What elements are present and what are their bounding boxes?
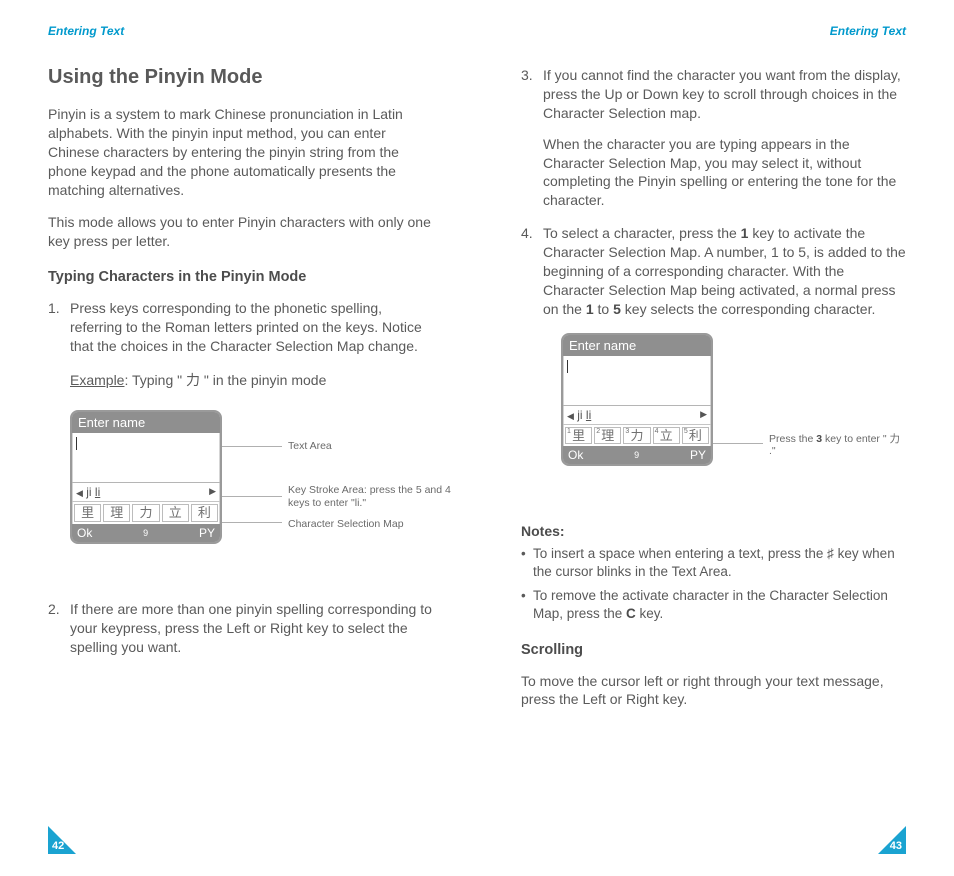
callout-keystroke: Key Stroke Area: press the 5 and 4 keys … xyxy=(288,484,458,509)
note-2: To remove the activate character in the … xyxy=(521,587,906,623)
step-4c: to xyxy=(594,301,613,317)
phone-mock-2: Enter name ◀ ji li ▶ 1里 2理 3力 4立 5利 Ok 9… xyxy=(561,333,713,467)
example-label: Example xyxy=(70,372,124,388)
phone1-char-row: 里 理 力 立 利 xyxy=(72,502,220,524)
phone1-mode: PY xyxy=(199,526,215,540)
intro-paragraph-1: Pinyin is a system to mark Chinese pronu… xyxy=(48,105,433,199)
phone2-keystroke-row: ◀ ji li ▶ xyxy=(563,406,711,425)
step-2: If there are more than one pinyin spelli… xyxy=(48,600,433,657)
char-cell: 2理 xyxy=(594,427,621,445)
page-left: Entering Text Using the Pinyin Mode Piny… xyxy=(0,0,477,876)
steps-list-right: If you cannot find the character you wan… xyxy=(521,66,906,319)
step-3-text: If you cannot find the character you wan… xyxy=(543,67,901,121)
char-cell: 理 xyxy=(103,504,130,522)
phone2-text-area xyxy=(563,356,711,406)
page-number-left: 42 xyxy=(52,840,64,852)
phone1-count: 9 xyxy=(143,528,148,538)
phone1-keystroke-row: ◀ ji li ▶ xyxy=(72,483,220,502)
phone2-char-row: 1里 2理 3力 4立 5利 xyxy=(563,425,711,447)
step-4a: To select a character, press the xyxy=(543,225,741,241)
phone2-ok: Ok xyxy=(568,448,583,462)
callout-char-map: Character Selection Map xyxy=(288,518,458,531)
subheading-typing: Typing Characters in the Pinyin Mode xyxy=(48,269,433,285)
running-head-right: Entering Text xyxy=(521,24,906,38)
intro-paragraph-2: This mode allows you to enter Pinyin cha… xyxy=(48,213,433,251)
phone1-footer: Ok 9 PY xyxy=(72,524,220,542)
step-4: To select a character, press the 1 key t… xyxy=(521,224,906,318)
page-right: Entering Text If you cannot find the cha… xyxy=(477,0,954,876)
phone2-mode: PY xyxy=(690,448,706,462)
left-arrow-icon: ◀ xyxy=(567,411,574,421)
step-3: If you cannot find the character you wan… xyxy=(521,66,906,210)
section-title: Using the Pinyin Mode xyxy=(48,66,433,89)
scrolling-body: To move the cursor left or right through… xyxy=(521,672,906,710)
callout-press3: Press the 3 key to enter " 力 ." xyxy=(769,433,909,458)
cursor-icon xyxy=(567,360,568,373)
step-1-text: Press keys corresponding to the phonetic… xyxy=(70,300,422,354)
char-cell: 力 xyxy=(132,504,159,522)
steps-list-left-cont: If there are more than one pinyin spelli… xyxy=(48,600,433,657)
subheading-scrolling: Scrolling xyxy=(521,642,906,658)
step-4d: key selects the corresponding character. xyxy=(621,301,875,317)
phone1-title: Enter name xyxy=(72,412,220,433)
running-head-left: Entering Text xyxy=(48,24,433,38)
char-cell: 1里 xyxy=(565,427,592,445)
phone2-key-left: ◀ ji li xyxy=(567,408,591,422)
steps-list-left: Press keys corresponding to the phonetic… xyxy=(48,299,433,356)
step-2-text: If there are more than one pinyin spelli… xyxy=(70,601,432,655)
callout-line-1 xyxy=(222,446,282,447)
note-1: To insert a space when entering a text, … xyxy=(521,545,906,581)
char-cell: 里 xyxy=(74,504,101,522)
page-number-right: 43 xyxy=(890,840,902,852)
char-cell: 5利 xyxy=(682,427,709,445)
cursor-icon xyxy=(76,437,77,450)
callout-text-area: Text Area xyxy=(288,440,458,453)
key-5: 5 xyxy=(613,301,621,317)
notes-heading: Notes: xyxy=(521,523,906,539)
step-1: Press keys corresponding to the phonetic… xyxy=(48,299,433,356)
right-arrow-icon: ▶ xyxy=(700,409,707,420)
example-line: Example: Typing " 力 " in the pinyin mode xyxy=(48,370,433,390)
char-cell: 4立 xyxy=(653,427,680,445)
phone2-title: Enter name xyxy=(563,335,711,356)
phone-figure-2: Enter name ◀ ji li ▶ 1里 2理 3力 4立 5利 Ok 9… xyxy=(561,333,906,493)
callout-line-2 xyxy=(222,496,282,497)
phone-mock-1: Enter name ◀ ji li ▶ 里 理 力 立 利 Ok 9 PY xyxy=(70,410,222,544)
callout-line-4 xyxy=(713,443,763,444)
key-1b: 1 xyxy=(586,301,594,317)
phone2-footer: Ok 9 PY xyxy=(563,446,711,464)
callout-line-3 xyxy=(222,522,282,523)
phone-figure-1: Enter name ◀ ji li ▶ 里 理 力 立 利 Ok 9 PY T… xyxy=(70,410,433,570)
phone1-text-area xyxy=(72,433,220,483)
char-cell: 立 xyxy=(162,504,189,522)
char-cell: 3力 xyxy=(623,427,650,445)
phone1-ok: Ok xyxy=(77,526,92,540)
char-cell: 利 xyxy=(191,504,218,522)
step-3b-text: When the character you are typing appear… xyxy=(543,135,906,211)
right-arrow-icon: ▶ xyxy=(209,486,216,497)
phone1-key-left: ◀ ji li xyxy=(76,485,100,499)
example-rest: : Typing " 力 " in the pinyin mode xyxy=(124,372,326,388)
phone2-count: 9 xyxy=(634,450,639,460)
left-arrow-icon: ◀ xyxy=(76,488,83,498)
